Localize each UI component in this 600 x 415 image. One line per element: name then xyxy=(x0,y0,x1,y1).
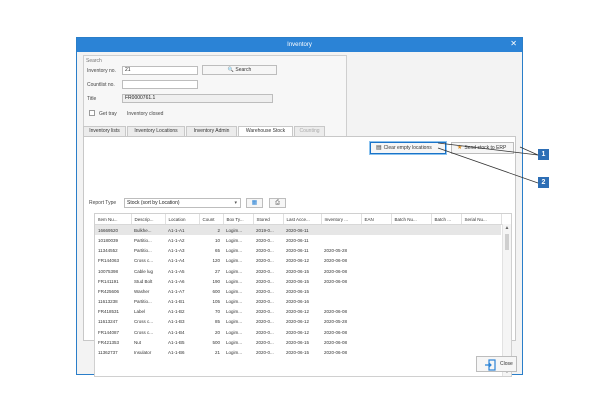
callout-1: 1 xyxy=(538,149,549,160)
callout-leaders xyxy=(437,142,539,184)
callout-2: 2 xyxy=(538,177,549,188)
